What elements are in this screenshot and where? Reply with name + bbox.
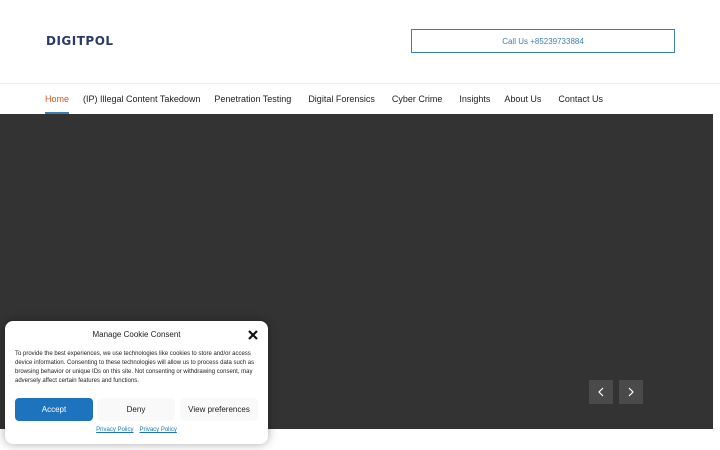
accept-button[interactable]: Accept: [15, 398, 93, 421]
chevron-left-icon: [598, 387, 604, 397]
nav-item-penetration-testing[interactable]: Penetration Testing: [214, 84, 291, 114]
nav-item-about-us[interactable]: About Us: [504, 84, 541, 114]
main-nav: Home (IP) Illegal Content Takedown Penet…: [0, 84, 720, 114]
chevron-right-icon: [628, 387, 634, 397]
nav-item-contact-us[interactable]: Contact Us: [558, 84, 603, 114]
cookie-consent-modal: Manage Cookie Consent To provide the bes…: [5, 321, 268, 444]
slider-next-button[interactable]: [619, 380, 643, 404]
nav-items: Home (IP) Illegal Content Takedown Penet…: [45, 84, 603, 114]
nav-item-home[interactable]: Home: [45, 84, 70, 114]
site-header: DIGITPOL Call Us +85239733884: [0, 0, 720, 84]
deny-button[interactable]: Deny: [97, 398, 175, 421]
nav-item-digital-forensics[interactable]: Digital Forensics: [308, 84, 375, 114]
privacy-policy-link[interactable]: Privacy Policy: [96, 427, 133, 433]
cookie-links: Privacy Policy Privacy Policy: [5, 427, 268, 433]
page: DIGITPOL Call Us +85239733884 Home (IP) …: [0, 0, 720, 450]
privacy-policy-link-2[interactable]: Privacy Policy: [140, 427, 177, 433]
nav-item-illegal-content-takedown[interactable]: (IP) Illegal Content Takedown: [83, 84, 200, 114]
logo-text: DIGITPOL: [46, 34, 114, 48]
close-icon[interactable]: [247, 329, 259, 341]
nav-item-cyber-crime[interactable]: Cyber Crime: [392, 84, 443, 114]
call-us-button[interactable]: Call Us +85239733884: [411, 29, 675, 53]
site-logo[interactable]: DIGITPOL: [46, 32, 128, 50]
cookie-title: Manage Cookie Consent: [92, 330, 181, 339]
cookie-description: To provide the best experiences, we use …: [15, 351, 255, 384]
nav-item-insights[interactable]: Insights: [459, 84, 490, 114]
slider-prev-button[interactable]: [589, 380, 613, 404]
view-preferences-button[interactable]: View preferences: [180, 398, 258, 421]
